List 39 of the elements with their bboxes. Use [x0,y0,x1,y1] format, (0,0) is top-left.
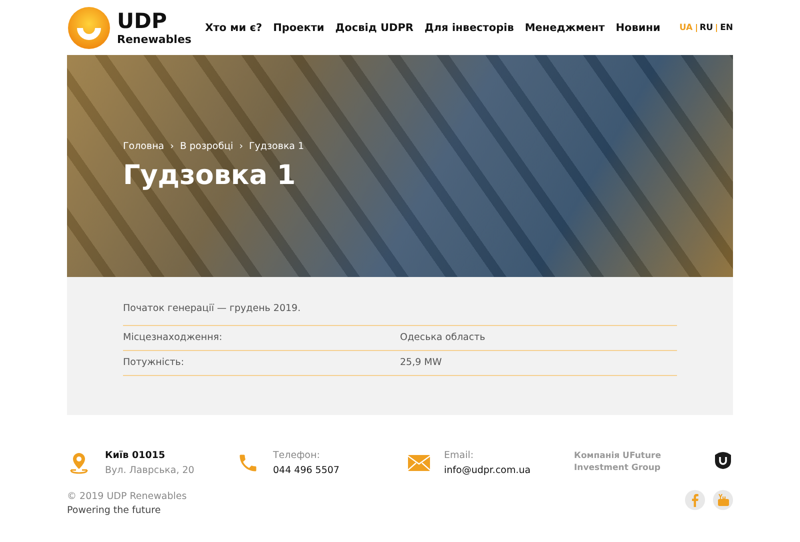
tagline-text: Powering the future [67,504,162,518]
language-option[interactable]: RU [700,22,714,32]
company-name: Компанія UFuture Investment Group [574,450,661,475]
generation-start-text: Початок генерації — грудень 2019. [123,303,302,314]
phone-link[interactable]: 044 496 5507 [273,465,340,476]
email-label: Email: [444,450,475,461]
nav-link[interactable]: Проекти [273,22,324,34]
youtube-button[interactable] [713,490,733,510]
nav-link[interactable]: Для інвесторів [424,22,514,34]
language-option[interactable]: EN [720,22,733,32]
detail-label: Потужність: [123,357,186,368]
nav-link[interactable]: Хто ми є? [205,22,262,34]
nav-link[interactable]: Менеджмент [524,22,605,34]
phone-icon [237,452,259,474]
breadcrumb-link[interactable]: В розробці [180,141,234,152]
breadcrumb-link[interactable]: Головна [123,141,164,152]
logo-subtitle: Renewables [117,34,192,44]
address-street: Вул. Лаврська, 20 [105,465,194,476]
youtube-icon [718,494,728,506]
breadcrumb-separator: › [239,141,243,152]
breadcrumb-link[interactable]: Гудзовка 1 [249,141,304,152]
detail-value: 25,9 MW [400,357,443,368]
detail-value: Одеська область [400,332,486,343]
envelope-icon [408,455,430,471]
nav-link[interactable]: Новини [616,22,660,34]
company-logo-icon[interactable] [713,450,733,470]
address-city: Київ 01015 [105,450,166,461]
facebook-icon [691,494,699,506]
nav-link[interactable]: Досвід UDPR [335,22,414,34]
facebook-button[interactable] [685,490,705,510]
logo-title: UDP [117,10,168,32]
page-title: Гудзовка 1 [123,160,297,191]
breadcrumb-separator: › [170,141,174,152]
phone-label: Телефон: [273,450,321,461]
email-link[interactable]: info@udpr.com.ua [444,465,531,476]
detail-label: Місцезнаходження: [123,332,224,343]
location-pin-icon [67,451,91,475]
sun-logo-icon [67,6,111,50]
copyright-text: © 2019 UDP Renewables [67,490,187,504]
